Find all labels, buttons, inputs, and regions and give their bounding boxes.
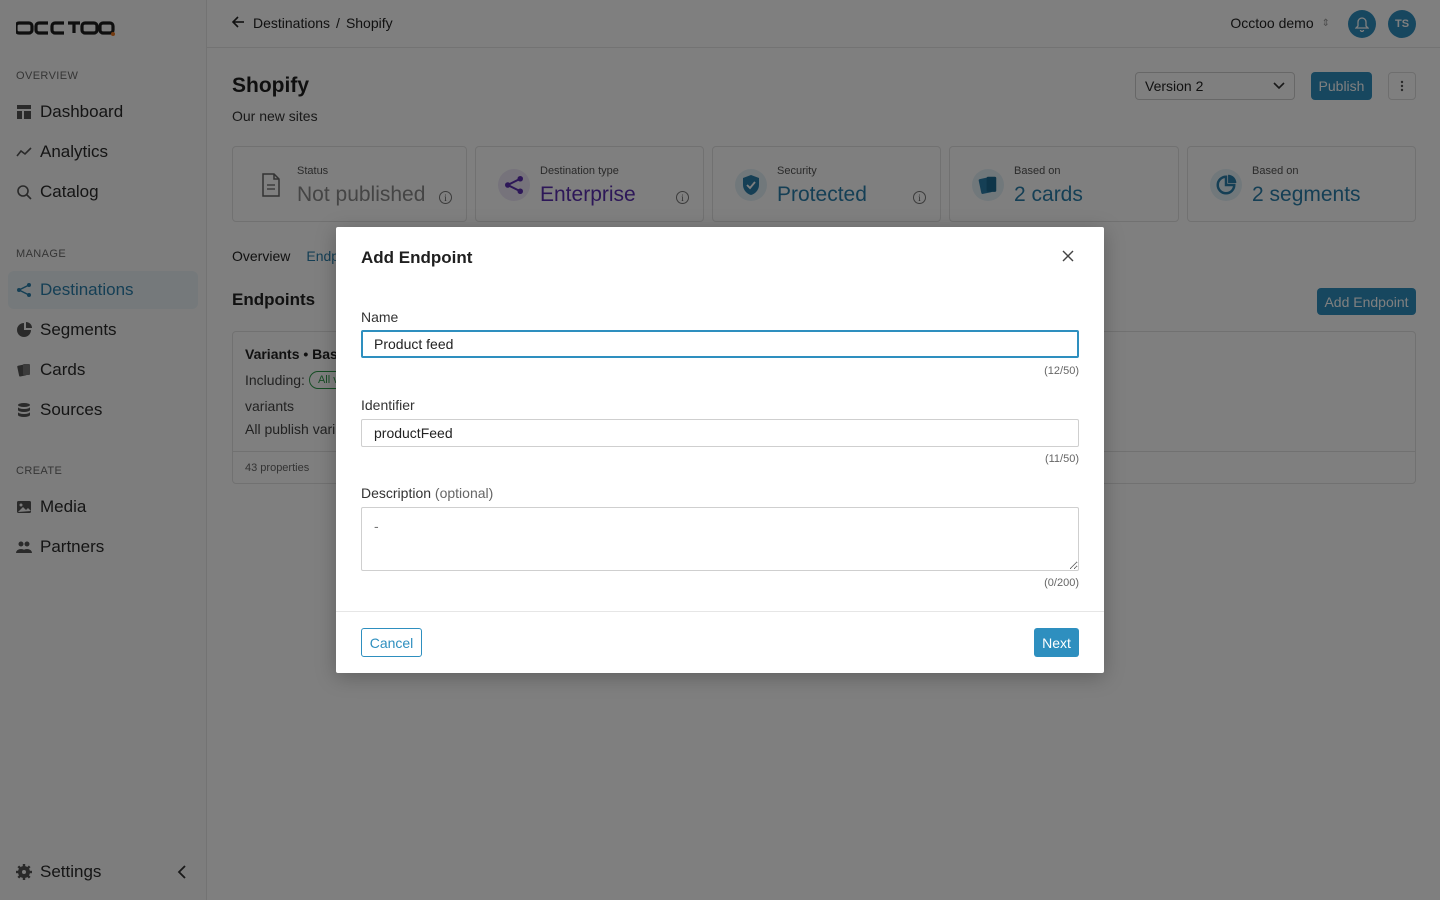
description-textarea[interactable] xyxy=(361,507,1079,571)
description-label: Description (optional) xyxy=(361,485,493,501)
add-endpoint-dialog: Add Endpoint Name (12/50) Identifier (11… xyxy=(336,227,1104,673)
name-counter: (12/50) xyxy=(1044,365,1079,377)
name-input[interactable] xyxy=(361,330,1079,358)
dialog-footer-divider xyxy=(336,611,1104,612)
optional-hint: (optional) xyxy=(434,485,494,501)
identifier-input[interactable] xyxy=(361,419,1079,447)
dialog-title: Add Endpoint xyxy=(361,248,473,267)
close-icon[interactable] xyxy=(1062,249,1076,263)
identifier-counter: (11/50) xyxy=(1044,453,1079,465)
next-button[interactable]: Next xyxy=(1034,628,1079,657)
description-counter: (0/200) xyxy=(1044,577,1079,589)
description-label-text: Description xyxy=(361,485,432,501)
identifier-label: Identifier xyxy=(361,397,415,413)
cancel-button[interactable]: Cancel xyxy=(361,628,422,657)
name-label: Name xyxy=(361,309,399,325)
